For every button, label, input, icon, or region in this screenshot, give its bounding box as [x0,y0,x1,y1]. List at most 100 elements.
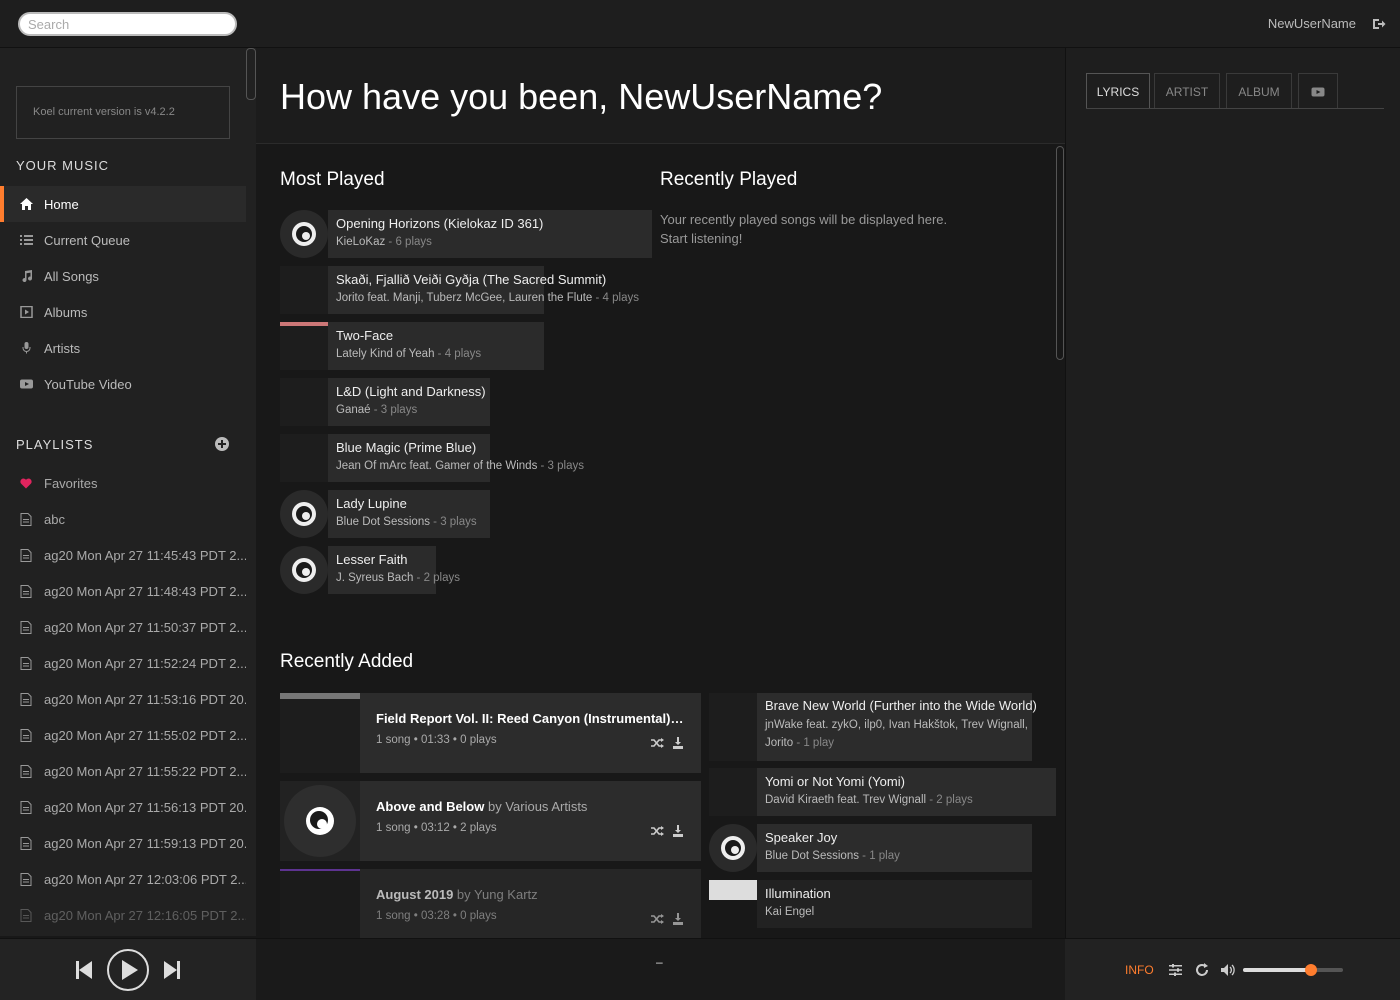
playlist-item[interactable]: ag20 Mon Apr 27 11:50:37 PDT 2... [0,609,246,645]
album-cover[interactable] [280,869,360,938]
song-artist[interactable]: Kai Engel [765,906,814,918]
song-row[interactable]: Yomi or Not Yomi (Yomi) David Kiraeth fe… [709,768,1056,816]
song-cover[interactable] [280,322,328,370]
album-info[interactable]: Field Report Vol. II: Reed Canyon (Instr… [360,693,701,773]
play-icon[interactable] [106,948,150,992]
album-title[interactable]: Field Report Vol. II: Reed Canyon (Instr… [376,711,685,726]
song-info[interactable]: Opening Horizons (Kielokaz ID 361) KieLo… [328,210,652,258]
song-row[interactable]: Two-Face Lately Kind of Yeah - 4 plays [280,322,544,370]
song-info[interactable]: Brave New World (Further into the Wide W… [757,693,1037,761]
playlist-item[interactable]: ag20 Mon Apr 27 11:59:13 PDT 20... [0,825,246,861]
song-artist[interactable]: Lately Kind of Yeah [336,348,434,360]
song-artist[interactable]: Jorito feat. Manji, Tuberz McGee, Lauren… [336,292,592,304]
album-artist[interactable]: by Various Artists [484,799,587,814]
playlist-item[interactable]: ag20 Mon Apr 27 12:16:05 PDT 2... [0,897,246,933]
song-row[interactable]: Opening Horizons (Kielokaz ID 361) KieLo… [280,210,652,258]
shuffle-icon[interactable] [651,914,664,924]
song-row[interactable]: Speaker Joy Blue Dot Sessions - 1 play [709,824,1032,872]
song-artist[interactable]: Ganaé [336,404,371,416]
sidebar-scrollbar-thumb[interactable] [246,48,256,100]
song-row[interactable]: Lady Lupine Blue Dot Sessions - 3 plays [280,490,490,538]
album-card[interactable]: Field Report Vol. II: Reed Canyon (Instr… [280,693,701,773]
song-info[interactable]: Skaði, Fjallið Veiði Gyðja (The Sacred S… [328,266,639,314]
song-artist[interactable]: Blue Dot Sessions [765,850,859,862]
song-artist[interactable]: J. Syreus Bach [336,572,413,584]
song-artist[interactable]: Jorito [765,737,793,749]
info-button[interactable]: INFO [1125,963,1154,977]
playlist-item[interactable]: ag20 Mon Apr 27 11:55:22 PDT 2... [0,753,246,789]
sidebar-item-current-queue[interactable]: Current Queue [0,222,246,258]
song-artist[interactable]: jnWake feat. zykO, ilp0, Ivan Hakštok, T… [765,715,1028,735]
song-row[interactable]: Skaði, Fjallið Veiði Gyðja (The Sacred S… [280,266,639,314]
album-cover[interactable] [280,781,360,861]
username-link[interactable]: NewUserName [1268,16,1356,31]
album-cover[interactable] [280,693,360,773]
song-cover[interactable] [280,434,328,482]
playlist-item[interactable]: ag20 Mon Apr 27 11:56:13 PDT 20... [0,789,246,825]
album-info[interactable]: August 2019 by Yung Kartz 1 song • 03:28… [360,869,701,938]
album-card[interactable]: Above and Below by Various Artists 1 son… [280,781,701,861]
tab-lyrics[interactable]: LYRICS [1086,73,1150,109]
song-info[interactable]: L&D (Light and Darkness) Ganaé - 3 plays [328,378,490,426]
tab-artist[interactable]: ARTIST [1154,73,1220,109]
song-cover[interactable] [709,880,757,900]
main-scrollbar-thumb[interactable] [1056,146,1064,360]
album-card[interactable]: August 2019 by Yung Kartz 1 song • 03:28… [280,869,701,938]
search-input[interactable] [18,12,237,36]
song-info[interactable]: Yomi or Not Yomi (Yomi) David Kiraeth fe… [757,768,1056,816]
song-info[interactable]: Speaker Joy Blue Dot Sessions - 1 play [757,824,1032,872]
sidebar-item-all-songs[interactable]: All Songs [0,258,246,294]
previous-icon[interactable] [76,961,92,979]
album-artist[interactable]: by Yung Kartz [453,887,538,902]
sidebar-scrollbar[interactable] [246,48,256,936]
song-row[interactable]: L&D (Light and Darkness) Ganaé - 3 plays [280,378,490,426]
song-artist[interactable]: Jean Of mArc feat. Gamer of the Winds [336,460,537,472]
tab-youtube[interactable] [1298,73,1338,109]
album-title[interactable]: August 2019 by Yung Kartz [376,887,685,902]
playlist-item[interactable]: abc [0,501,246,537]
shuffle-icon[interactable] [651,826,664,836]
song-cover[interactable] [709,824,757,872]
song-info[interactable]: Two-Face Lately Kind of Yeah - 4 plays [328,322,544,370]
sidebar-item-artists[interactable]: Artists [0,330,246,366]
song-artist[interactable]: David Kiraeth feat. Trev Wignall [765,794,926,806]
shuffle-icon[interactable] [651,738,664,748]
song-info[interactable]: Lady Lupine Blue Dot Sessions - 3 plays [328,490,490,538]
download-icon[interactable] [673,913,683,925]
song-cover[interactable] [709,768,757,816]
playlist-item[interactable]: ag20 Mon Apr 27 11:48:43 PDT 2... [0,573,246,609]
song-cover[interactable] [280,490,328,538]
song-info[interactable]: Blue Magic (Prime Blue) Jean Of mArc fea… [328,434,584,482]
song-info[interactable]: Illumination Kai Engel [757,880,1032,928]
song-row[interactable]: Brave New World (Further into the Wide W… [709,693,1037,761]
volume-slider[interactable] [1243,964,1343,976]
playlist-item[interactable]: ag20 Mon Apr 27 11:52:24 PDT 2... [0,645,246,681]
add-playlist-icon[interactable] [215,437,229,451]
song-cover[interactable] [280,378,328,426]
song-cover[interactable] [709,693,757,761]
album-info[interactable]: Above and Below by Various Artists 1 son… [360,781,701,861]
song-row[interactable]: Lesser Faith J. Syreus Bach - 2 plays [280,546,460,594]
song-cover[interactable] [280,210,328,258]
song-row[interactable]: Blue Magic (Prime Blue) Jean Of mArc fea… [280,434,584,482]
logout-icon[interactable] [1372,17,1386,31]
song-artist[interactable]: KieLoKaz [336,236,385,248]
sidebar-item-albums[interactable]: Albums [0,294,246,330]
download-icon[interactable] [673,825,683,837]
song-cover[interactable] [280,546,328,594]
song-info[interactable]: Lesser Faith J. Syreus Bach - 2 plays [328,546,460,594]
playlist-item[interactable]: ag20 Mon Apr 27 11:45:43 PDT 2... [0,537,246,573]
playlist-item[interactable]: ag20 Mon Apr 27 11:55:02 PDT 2... [0,717,246,753]
repeat-icon[interactable] [1195,963,1209,977]
equalizer-icon[interactable] [1169,964,1182,976]
sidebar-item-youtube-video[interactable]: YouTube Video [0,366,246,402]
song-cover[interactable] [280,266,328,314]
album-title[interactable]: Above and Below by Various Artists [376,799,685,814]
song-artist[interactable]: Blue Dot Sessions [336,516,430,528]
download-icon[interactable] [673,737,683,749]
song-row[interactable]: Illumination Kai Engel [709,880,1032,928]
volume-icon[interactable] [1221,964,1235,976]
next-icon[interactable] [164,961,180,979]
tab-album[interactable]: ALBUM [1226,73,1292,109]
sidebar-item-home[interactable]: Home [0,186,246,222]
